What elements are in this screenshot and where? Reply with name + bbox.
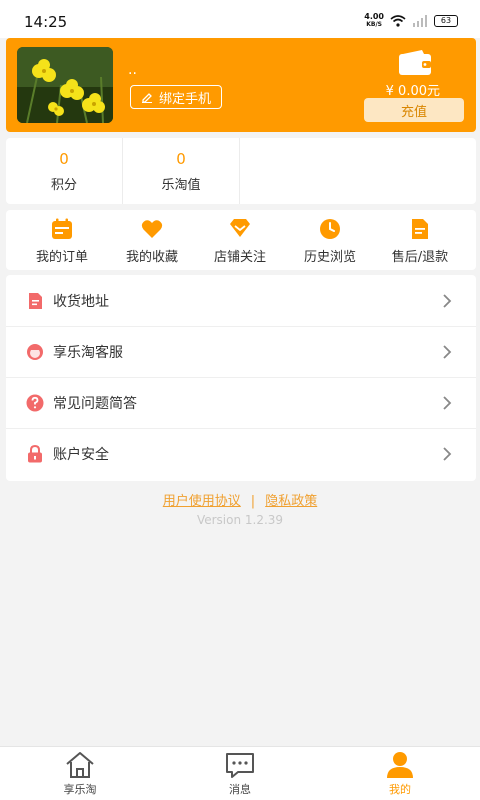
recharge-button[interactable]: 充值 (364, 98, 464, 122)
tab-messages-label: 消息 (229, 783, 251, 796)
points-label: 积分 (50, 177, 77, 193)
user-agreement-link[interactable]: 用户使用协议 (163, 494, 241, 509)
privacy-policy-link[interactable]: 隐私政策 (265, 494, 317, 509)
tab-home[interactable]: 享乐淘 (30, 751, 130, 799)
menu-item-account-security[interactable]: 账户安全 (6, 428, 476, 479)
balance-amount: ¥ 0.00元 (385, 84, 440, 99)
heart-icon (141, 220, 163, 238)
points-value: 0 (59, 149, 69, 168)
clock-icon (320, 219, 340, 239)
status-bar: 14:25 4.00 KB/S 63 (0, 0, 480, 38)
tab-home-label: 享乐淘 (63, 783, 97, 796)
wallet-icon (399, 50, 431, 75)
chevron-right-icon (443, 447, 452, 461)
stats-panel: 0 积分 0 乐淘值 (6, 138, 476, 204)
document-icon (412, 219, 428, 239)
question-icon (26, 394, 44, 412)
signal-icon (413, 15, 427, 27)
version-label: Version 1.2.39 (196, 513, 284, 527)
chevron-right-icon (443, 396, 452, 410)
user-icon (387, 752, 413, 778)
net-speed: 4.00 KB/S (364, 12, 384, 29)
tab-messages[interactable]: 消息 (190, 751, 290, 799)
link-separator: | (250, 494, 256, 509)
message-icon (226, 753, 254, 778)
menu-item-address[interactable]: 收货地址 (6, 275, 476, 326)
chevron-right-icon (443, 293, 452, 308)
profile-header: .. 绑定手机 ¥ 0.00元 充值 (6, 38, 476, 132)
menu-item-customer-service[interactable]: 享乐淘客服 (6, 326, 476, 377)
my-orders-button[interactable]: 我的订单 (22, 218, 102, 266)
letao-value: 0 (176, 149, 186, 168)
settings-menu: 收货地址 享乐淘客服 常见问题简答 账户安全 (6, 275, 476, 481)
tab-mine[interactable]: 我的 (350, 751, 450, 799)
home-icon (66, 752, 94, 778)
chevron-right-icon (443, 345, 452, 359)
after-sales-button[interactable]: 售后/退款 (380, 218, 460, 266)
history-button[interactable]: 历史浏览 (290, 218, 370, 266)
status-icons: 4.00 KB/S 63 (364, 13, 458, 29)
calendar-icon (52, 218, 72, 239)
gem-icon (230, 219, 250, 237)
bind-phone-button[interactable]: 绑定手机 (130, 85, 222, 109)
my-favorites-button[interactable]: 我的收藏 (112, 218, 192, 266)
lock-icon (28, 445, 42, 463)
tab-mine-label: 我的 (389, 783, 411, 796)
letao-value-stat[interactable]: 0 乐淘值 (123, 138, 240, 204)
address-icon (29, 292, 42, 309)
battery-icon: 63 (434, 15, 458, 27)
nickname: .. (128, 62, 137, 78)
edit-icon (141, 93, 152, 103)
bottom-tab-bar: 享乐淘 消息 我的 (0, 746, 480, 800)
legal-links: 用户使用协议 | 隐私政策 (0, 490, 480, 509)
customer-service-icon (27, 344, 43, 360)
menu-item-faq[interactable]: 常见问题简答 (6, 377, 476, 428)
store-follow-button[interactable]: 店铺关注 (200, 218, 280, 266)
letao-label: 乐淘值 (161, 177, 201, 193)
avatar-image (17, 47, 113, 123)
order-shortcuts: 我的订单 我的收藏 店铺关注 历史浏览 售后/退款 (6, 210, 476, 270)
points-stat[interactable]: 0 积分 (6, 138, 123, 204)
wifi-icon (390, 15, 406, 27)
status-time: 14:25 (24, 13, 68, 31)
bind-phone-label: 绑定手机 (158, 91, 211, 107)
avatar[interactable] (17, 47, 113, 123)
